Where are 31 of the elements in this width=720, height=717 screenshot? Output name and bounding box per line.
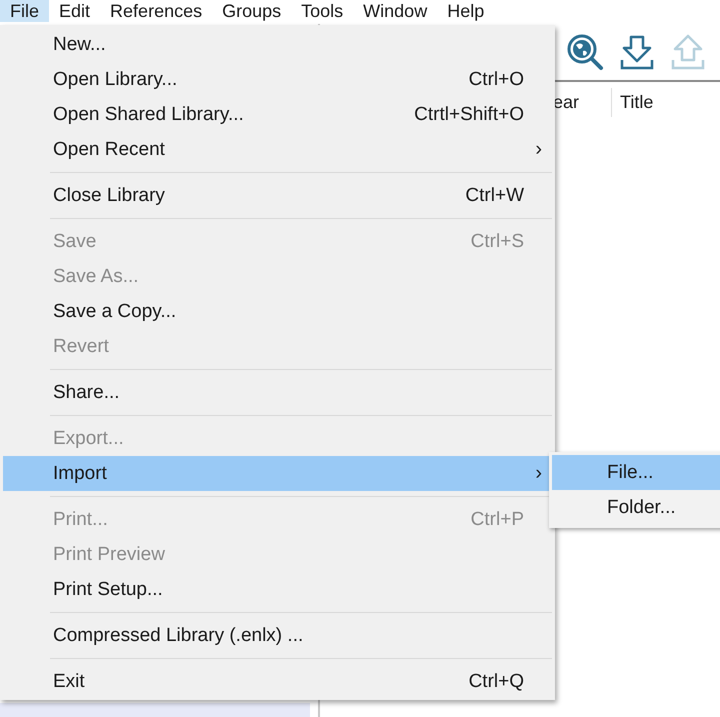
menu-bar-item[interactable]: Edit — [49, 0, 100, 22]
shortcut-label: Ctrl+Q — [468, 670, 524, 692]
menu-bar-item[interactable]: Groups — [212, 0, 292, 22]
menu-item[interactable]: Folder... — [552, 490, 720, 525]
shortcut-label: Ctrl+O — [468, 68, 524, 90]
menu-item[interactable]: New... — [3, 27, 552, 62]
submenu-arrow: › — [535, 138, 542, 161]
menu-bar-item[interactable]: File — [0, 0, 50, 22]
menu-item[interactable]: Open Recent › — [3, 132, 552, 167]
menu-bar-item[interactable]: Help — [437, 0, 494, 22]
menu-item[interactable]: Compressed Library (.enlx) ... — [3, 618, 552, 653]
menu-item[interactable]: Close Library Ctrl+W — [3, 178, 552, 213]
globe-search-icon[interactable] — [566, 33, 604, 71]
menu-bar-item[interactable]: Window — [353, 0, 438, 22]
menu-item[interactable]: Import › — [3, 456, 552, 491]
shortcut-label: Ctrl+P — [470, 508, 524, 530]
menu-item[interactable]: Open Library... Ctrl+O — [3, 62, 552, 97]
menu-item[interactable]: Open Shared Library... Ctrtl+Shift+O — [3, 97, 552, 132]
menu-item[interactable]: Share... — [3, 375, 552, 410]
menu-item[interactable]: File... — [552, 455, 720, 490]
menu-item[interactable]: Print Setup... — [3, 572, 552, 607]
menu-bar-item[interactable]: References — [100, 0, 212, 22]
menu-item[interactable]: Save a Copy... — [3, 294, 552, 329]
menu-item[interactable]: Exit Ctrl+Q — [3, 664, 552, 699]
menu-bar-item[interactable]: Tools — [291, 0, 354, 22]
column-header[interactable]: Title — [612, 88, 662, 116]
shortcut-label: Ctrl+S — [470, 230, 524, 252]
submenu-arrow: › — [535, 462, 542, 485]
shortcut-label: Ctrtl+Shift+O — [414, 104, 524, 126]
shortcut-label: Ctrl+W — [465, 184, 524, 206]
download-icon[interactable] — [619, 34, 655, 70]
